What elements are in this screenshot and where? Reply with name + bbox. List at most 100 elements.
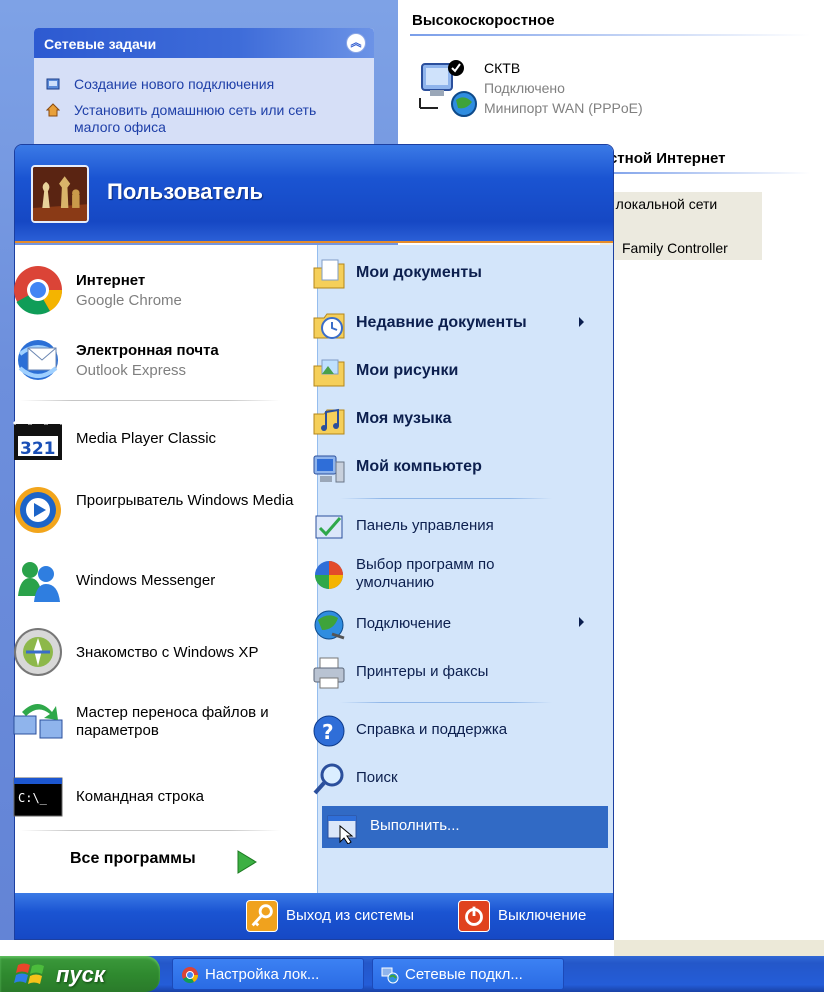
- search-icon: [313, 763, 344, 795]
- submenu-arrow-icon: [579, 317, 584, 327]
- pinned-email-title: Электронная почта: [76, 342, 219, 359]
- recent-transfer-wizard-label: Мастер переноса файлов и параметров: [76, 704, 269, 739]
- pinned-internet[interactable]: Интернет Google Chrome: [12, 258, 302, 320]
- place-recent-documents-label: Недавние документы: [356, 314, 527, 331]
- windows-tour-icon: [14, 628, 62, 676]
- pinned-email-subtitle: Outlook Express: [76, 362, 187, 379]
- system-default-programs-label: Выбор программ по умолчанию: [356, 556, 495, 591]
- windows-messenger-icon: [18, 562, 60, 602]
- taskbar-button-chrome[interactable]: Настройка лок...: [172, 958, 364, 990]
- chess-avatar-icon: [33, 167, 87, 221]
- svg-text:321: 321: [20, 439, 56, 459]
- lan-connection-name: о локальной сети: [604, 196, 718, 212]
- menu-separator: [340, 498, 552, 499]
- place-my-computer[interactable]: Мой компьютер: [312, 448, 594, 488]
- task-home-network[interactable]: Установить домашнюю сеть или сеть малого…: [46, 102, 366, 136]
- control-panel-icon: [315, 515, 343, 539]
- media-player-classic-icon: 321: [12, 414, 64, 460]
- menu-separator: [20, 830, 280, 831]
- start-label: пуск: [56, 962, 106, 987]
- place-my-pictures-label: Мои рисунки: [356, 362, 459, 379]
- section-divider: [410, 34, 810, 36]
- home-network-icon: [46, 103, 60, 117]
- system-control-panel-label: Панель управления: [356, 517, 494, 534]
- taskbar-button-network-label: Сетевые подкл...: [405, 966, 523, 983]
- task-home-network-label: Установить домашнюю сеть или сеть малого…: [74, 102, 317, 135]
- place-my-music[interactable]: Моя музыка: [312, 400, 594, 440]
- outlook-express-icon: [18, 340, 58, 380]
- recent-documents-icon: [313, 313, 345, 339]
- recent-cmd[interactable]: C:\_ Командная строка: [12, 764, 302, 826]
- my-documents-icon: [313, 259, 345, 289]
- recent-tour-label: Знакомство с Windows XP: [76, 644, 259, 661]
- section-lan-title: остной Интернет: [600, 150, 726, 167]
- system-connect-to-label: Подключение: [356, 615, 452, 632]
- help-icon: ?: [313, 715, 345, 747]
- recent-wmp[interactable]: Проигрыватель Windows Media: [12, 478, 302, 540]
- run-item[interactable]: Выполнить...: [322, 806, 608, 848]
- system-printers[interactable]: Принтеры и факсы: [312, 652, 594, 692]
- recent-mpc-label: Media Player Classic: [76, 430, 217, 447]
- key-icon: [246, 900, 278, 932]
- window-status-strip: [614, 940, 824, 956]
- avatar[interactable]: [31, 165, 89, 223]
- pinned-internet-title: Интернет: [76, 272, 146, 289]
- recent-messenger-label: Windows Messenger: [76, 572, 216, 589]
- system-default-programs[interactable]: Выбор программ по умолчанию: [312, 554, 594, 602]
- transfer-wizard-icon: [13, 704, 63, 739]
- svg-text:?: ?: [322, 720, 334, 744]
- chrome-icon: [182, 967, 199, 984]
- recent-transfer-wizard[interactable]: Мастер переноса файлов и параметров: [12, 690, 302, 752]
- section-highspeed-title: Высокоскоростное: [412, 12, 555, 29]
- chrome-icon: [14, 266, 63, 315]
- pinned-internet-subtitle: Google Chrome: [76, 292, 182, 309]
- printers-faxes-icon: [313, 657, 345, 689]
- place-recent-documents[interactable]: Недавние документы: [312, 304, 594, 344]
- connect-to-icon: [314, 610, 345, 640]
- help-and-support[interactable]: ? Справка и поддержка: [312, 710, 594, 750]
- broadband-connection-icon[interactable]: [418, 58, 478, 120]
- user-name: Пользователь: [107, 179, 264, 204]
- command-prompt-icon: C:\_: [13, 777, 63, 817]
- recent-wmp-label: Проигрыватель Windows Media: [76, 492, 294, 509]
- power-icon: [458, 900, 490, 932]
- connection-name[interactable]: СКТВ: [484, 60, 520, 76]
- recent-tour[interactable]: Знакомство с Windows XP: [12, 620, 302, 682]
- network-tasks-header[interactable]: Сетевые задачи ︽: [34, 28, 374, 58]
- system-printers-label: Принтеры и факсы: [356, 663, 489, 680]
- collapse-chevron-icon[interactable]: ︽: [346, 33, 366, 53]
- task-new-connection[interactable]: Создание нового подключения: [46, 76, 366, 93]
- system-control-panel[interactable]: Панель управления: [312, 506, 594, 546]
- svg-text:C:\_: C:\_: [18, 791, 48, 805]
- recent-mpc[interactable]: 321 Media Player Classic: [12, 408, 302, 470]
- logoff-label: Выход из системы: [286, 907, 414, 924]
- windows-flag-icon: [14, 963, 44, 984]
- my-pictures-icon: [313, 359, 345, 387]
- menu-separator: [20, 400, 280, 401]
- network-tasks-title: Сетевые задачи: [44, 36, 157, 52]
- section-divider: [600, 172, 810, 174]
- all-programs-button[interactable]: Все программы: [70, 850, 270, 878]
- new-connection-icon: [46, 78, 60, 90]
- place-my-documents-label: Мои документы: [356, 264, 482, 281]
- default-programs-icon: [315, 561, 343, 589]
- help-and-support-label: Справка и поддержка: [356, 721, 508, 738]
- taskbar-button-chrome-label: Настройка лок...: [205, 966, 320, 983]
- windows-media-player-icon: [15, 487, 61, 533]
- recent-cmd-label: Командная строка: [76, 788, 204, 805]
- place-my-pictures[interactable]: Мои рисунки: [312, 352, 594, 392]
- connection-status: Подключено: [484, 80, 565, 96]
- taskbar-button-network[interactable]: Сетевые подкл...: [372, 958, 564, 990]
- place-my-computer-label: Мой компьютер: [356, 458, 482, 475]
- system-connect-to[interactable]: Подключение: [312, 604, 594, 644]
- my-computer-icon: [313, 455, 345, 483]
- place-my-documents[interactable]: Мои документы: [312, 254, 594, 294]
- search-item[interactable]: Поиск: [312, 758, 594, 798]
- recent-messenger[interactable]: Windows Messenger: [12, 550, 302, 612]
- run-icon: [327, 815, 357, 844]
- shutdown-label: Выключение: [498, 907, 587, 924]
- task-new-connection-label: Создание нового подключения: [74, 76, 275, 92]
- submenu-arrow-icon: [579, 617, 584, 627]
- pinned-email[interactable]: Электронная почта Outlook Express: [12, 328, 302, 390]
- start-menu-header: Пользователь: [15, 145, 613, 243]
